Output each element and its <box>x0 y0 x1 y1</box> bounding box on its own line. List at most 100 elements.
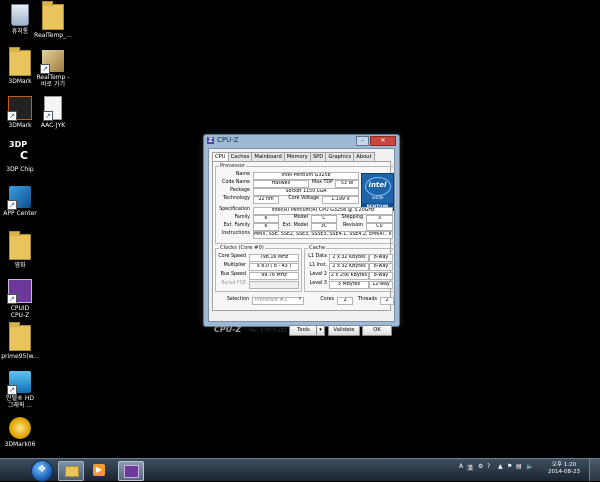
tray-expand-icon[interactable]: ▲ <box>498 463 503 470</box>
technology-value: 22 nm <box>253 196 279 204</box>
3dp-logo-text: 3DP <box>9 140 28 149</box>
settings-icon[interactable]: ⚙ <box>478 463 483 470</box>
package-label: Package <box>230 188 250 193</box>
name-label: Name <box>235 172 250 177</box>
cores-label: Cores <box>320 297 334 302</box>
taskbar-media-player-button[interactable]: ▶ <box>88 461 112 479</box>
realtemp-shortcut-icon[interactable]: RealTemp - 바로 가기 <box>33 50 73 88</box>
3dp-chip-logo-icon: 3DP C <box>9 140 31 164</box>
package-value: Socket 1150 LGA <box>253 188 359 196</box>
rated-fsb-value <box>249 281 299 289</box>
desktop-icon-label: AAC-JYK <box>40 122 66 129</box>
prime95-folder-icon[interactable]: prime95(w... <box>0 322 40 360</box>
tab-bar: CPU Caches Mainboard Memory SPD Graphics… <box>212 152 375 161</box>
intel-pentium-logo: intel inside PENTIUM <box>361 173 394 211</box>
cpuz-brand: CPU-Z <box>214 325 242 334</box>
validate-button[interactable]: Validate <box>328 325 360 336</box>
level2-label: Level 2 <box>309 272 327 277</box>
code-name-value: Haswell <box>253 180 309 188</box>
tab-memory[interactable]: Memory <box>283 152 311 161</box>
desktop-icon-label: APP Center <box>3 210 37 217</box>
minimize-button[interactable]: – <box>356 136 369 146</box>
cpuz-app-icon <box>7 279 32 304</box>
window-title: CPU-Z <box>217 136 239 144</box>
cpuid-cpuz-icon[interactable]: CPUID CPU-Z <box>0 279 40 319</box>
intel-hd-graphics-icon[interactable]: 인텔® HD 그래픽 ... <box>0 371 40 409</box>
core-voltage-value: 1.199 V <box>322 196 359 204</box>
taskbar: ❖ ▶ A 漢 ⚙ ? ▲ ⚑ ▤ 🔈 오후 1:20 2014-08-23 <box>0 458 600 482</box>
app-center-app-icon <box>7 186 31 210</box>
revision-value: C0 <box>366 223 393 231</box>
windows-logo-icon: ❖ <box>37 464 47 475</box>
rated-fsb-label: Rated FSB <box>221 281 246 286</box>
ok-button[interactable]: OK <box>362 325 392 336</box>
desktop-icon-label: RealTemp - <box>36 74 70 81</box>
window-client: CPU Caches Mainboard Memory SPD Graphics… <box>208 148 396 336</box>
tab-mainboard[interactable]: Mainboard <box>251 152 285 161</box>
tools-dropdown-button[interactable]: ▾ <box>316 325 325 336</box>
3dp-logo-c: C <box>20 149 29 162</box>
desktop-icon-label: CPUID <box>10 305 30 312</box>
flag-icon[interactable]: ⚑ <box>507 463 512 470</box>
clock[interactable]: 오후 1:20 2014-08-23 <box>548 462 580 476</box>
ime-hanja-indicator[interactable]: 漢 <box>467 463 473 472</box>
specification-label: Specification <box>219 207 250 212</box>
tools-button[interactable]: Tools <box>289 325 318 336</box>
3dmark06-icon[interactable]: 3DMark06 <box>0 417 40 448</box>
intel-hd-app-icon <box>7 371 31 395</box>
code-name-label: Code Name <box>222 180 250 185</box>
tab-spd[interactable]: SPD <box>309 152 327 161</box>
desktop-icon-label: prime95(w... <box>1 353 39 360</box>
folder-icon <box>9 47 31 76</box>
max-tdp-label: Max TDP <box>312 180 333 185</box>
core-speed-label: Core Speed <box>218 254 246 259</box>
help-icon[interactable]: ? <box>487 463 490 470</box>
media-player-icon: ▶ <box>93 464 105 476</box>
intel-inside-text: inside <box>371 195 384 200</box>
taskbar-cpuz-button[interactable] <box>118 461 144 481</box>
close-button[interactable]: ✕ <box>370 136 396 146</box>
title-bar[interactable]: Z CPU-Z – ✕ <box>204 135 399 147</box>
app-center-icon[interactable]: APP Center <box>0 186 40 217</box>
specification-value: Intel(R) Pentium(R) CPU G3258 @ 3.20GHz <box>253 207 393 215</box>
tab-about[interactable]: About <box>353 152 375 161</box>
cores-value: 2 <box>337 297 353 305</box>
volume-icon[interactable]: 🔈 <box>526 463 533 470</box>
3dp-chip-icon[interactable]: 3DP C 3DP Chip <box>0 140 40 173</box>
ime-mode-indicator[interactable]: A <box>459 463 463 470</box>
instructions-label: Instructions <box>221 231 250 236</box>
ext-model-label: Ext. Model <box>282 223 308 228</box>
l1-inst-label: L1 Inst. <box>309 263 327 268</box>
core-voltage-label: Core Voltage <box>288 196 319 201</box>
l1-inst-way: 8-way <box>369 263 393 271</box>
processor-group: Processor Name Intel Pentium G3258 Code … <box>215 163 396 244</box>
cpuz-window: Z CPU-Z – ✕ CPU Caches Mainboard Memory … <box>203 134 400 336</box>
taskbar-explorer-button[interactable] <box>58 461 84 481</box>
tab-caches[interactable]: Caches <box>227 152 253 161</box>
movie-folder-icon[interactable]: 영화 <box>0 231 40 269</box>
l1-data-label: L1 Data <box>308 254 327 259</box>
show-desktop-button[interactable] <box>589 459 600 481</box>
multiplier-value: x 8.0 ( 8 - 43 ) <box>249 263 299 271</box>
name-value: Intel Pentium G3258 <box>253 172 359 180</box>
revision-label: Revision <box>342 223 363 228</box>
network-icon[interactable]: ▤ <box>516 463 522 470</box>
clock-time: 오후 1:20 <box>551 462 577 468</box>
level2-value: 2 x 256 KBytes <box>329 272 369 280</box>
realtemp-folder-icon[interactable]: RealTemp_... <box>33 1 73 39</box>
model-value: C <box>311 215 337 223</box>
desktop-icon-label: 그래픽 ... <box>7 402 33 409</box>
bus-speed-value: 99.76 MHz <box>249 272 299 280</box>
start-button[interactable]: ❖ <box>31 460 53 482</box>
chevron-down-icon[interactable]: ▾ <box>297 297 303 303</box>
tab-graphics[interactable]: Graphics <box>325 152 355 161</box>
3dmark-app-icon <box>7 96 32 121</box>
folder-icon <box>42 1 64 30</box>
intel-logo-text: intel <box>368 181 387 189</box>
tab-cpu[interactable]: CPU <box>212 152 229 161</box>
desktop-icon-label: 3DMark06 <box>4 441 36 448</box>
aac-jyk-shortcut-icon[interactable]: AAC-JYK <box>33 96 73 129</box>
clock-date: 2014-08-23 <box>548 469 580 475</box>
model-label: Model <box>293 215 308 220</box>
level3-label: Level 3 <box>309 281 327 286</box>
